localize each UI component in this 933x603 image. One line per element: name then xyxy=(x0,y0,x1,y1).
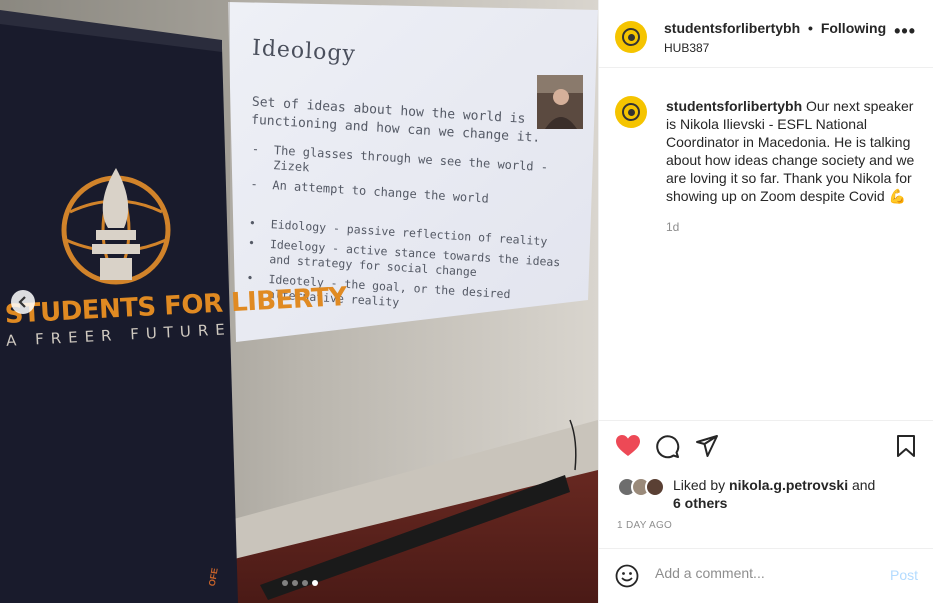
carousel-dot xyxy=(302,580,308,586)
caption-age: 1d xyxy=(666,220,680,234)
previous-slide-button[interactable] xyxy=(11,290,35,314)
post-comment-button[interactable]: Post xyxy=(890,567,918,583)
comment-input[interactable] xyxy=(655,565,875,581)
heart-icon xyxy=(616,435,640,456)
carousel-dot-active xyxy=(312,580,318,586)
share-icon xyxy=(696,435,718,457)
username-link[interactable]: studentsforlibertybh xyxy=(664,20,800,36)
dash-marker: - xyxy=(251,141,260,157)
avatar-core xyxy=(627,108,635,116)
likes-text: Liked by nikola.g.petrovski and 6 others xyxy=(673,476,913,512)
like-button[interactable] xyxy=(615,434,641,463)
caption-username-link[interactable]: studentsforlibertybh xyxy=(666,98,802,114)
caption: studentsforlibertybh Our next speaker is… xyxy=(666,97,922,205)
separator: • xyxy=(808,20,813,36)
avatar[interactable] xyxy=(615,21,647,53)
post-side-panel: studentsforlibertybh • Following HUB387 … xyxy=(598,0,933,603)
more-icon: ••• xyxy=(894,21,916,41)
bullet-marker: • xyxy=(248,215,257,231)
bullet-marker: • xyxy=(247,235,256,251)
slide-dash-list: - The glasses through we see the world -… xyxy=(250,142,572,217)
following-button[interactable]: Following xyxy=(821,20,886,36)
comment-icon xyxy=(656,435,680,459)
carousel-dot xyxy=(292,580,298,586)
header-user-line: studentsforlibertybh • Following xyxy=(664,20,886,36)
comment-button[interactable] xyxy=(655,434,680,464)
bookmark-icon xyxy=(897,435,915,457)
location-link[interactable]: HUB387 xyxy=(664,41,709,55)
avatar[interactable] xyxy=(615,96,647,128)
avatar-ring xyxy=(622,103,640,121)
chevron-left-icon xyxy=(18,296,26,308)
save-button[interactable] xyxy=(896,435,916,462)
slide-title: Ideology xyxy=(251,35,357,68)
post-date: 1 DAY AGO xyxy=(617,520,673,531)
emoji-icon xyxy=(615,564,639,588)
dash-marker: - xyxy=(250,176,259,192)
liked-by-user-link[interactable]: nikola.g.petrovski xyxy=(729,477,848,493)
liked-by-prefix: Liked by xyxy=(673,477,730,493)
liked-by-and: and xyxy=(848,477,876,493)
slide-intro: Set of ideas about how the world is func… xyxy=(250,94,541,146)
post-photo[interactable]: Ideology Set of ideas about how the worl… xyxy=(0,0,598,603)
more-options-button[interactable]: ••• xyxy=(894,22,916,40)
comment-bar: Post xyxy=(599,548,933,603)
liked-by-others-link[interactable]: 6 others xyxy=(673,495,727,511)
webcam-thumbnail xyxy=(537,75,583,129)
avatar-core xyxy=(627,33,635,41)
carousel-dots xyxy=(282,580,318,586)
liker-avatar xyxy=(645,477,665,497)
post-header: studentsforlibertybh • Following HUB387 … xyxy=(599,0,933,68)
emoji-button[interactable] xyxy=(615,564,639,593)
carousel-dot xyxy=(282,580,288,586)
avatar-ring xyxy=(622,28,640,46)
actions-divider xyxy=(599,420,933,421)
share-button[interactable] xyxy=(695,434,719,463)
